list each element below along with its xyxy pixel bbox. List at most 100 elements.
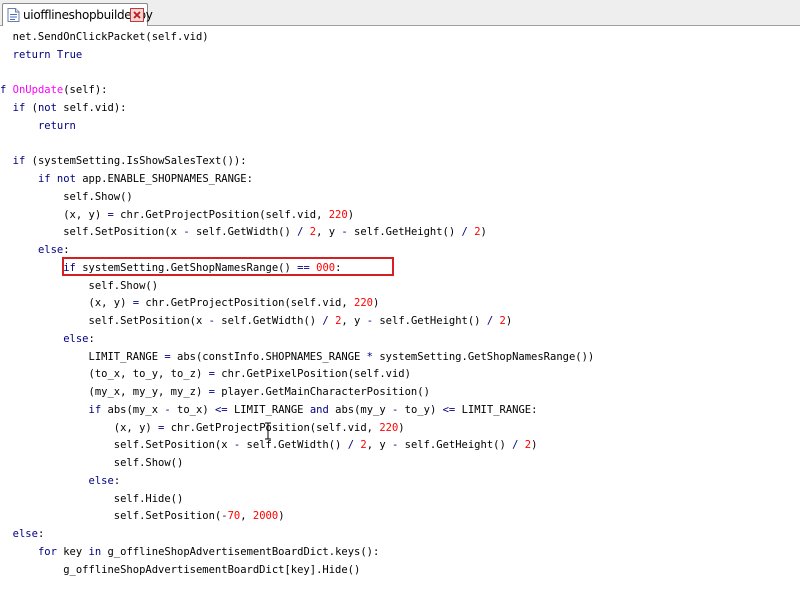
- code-token: in: [88, 545, 102, 558]
- code-token: True: [56, 48, 83, 61]
- code-token: if: [12, 155, 26, 168]
- code-line: for key in g_offlineShopAdvertisementBoa…: [0, 544, 594, 562]
- code-token: chr.GetProjectPosition(self.vid,: [113, 208, 329, 221]
- code-token: self.Show(): [0, 279, 159, 292]
- code-line: if not app.ENABLE_SHOPNAMES_RANGE:: [0, 171, 594, 189]
- code-line: net.SendOnClickPacket(self.vid): [0, 29, 594, 47]
- code-token: if: [12, 102, 26, 114]
- code-token: to_y): [398, 403, 443, 416]
- code-line: (x, y) = chr.GetProjectPosition(self.vid…: [0, 420, 594, 438]
- code-line: self.Show(): [0, 455, 594, 473]
- code-token: (my_x, my_y, my_z): [0, 386, 209, 398]
- code-line: LIMIT_RANGE = abs(constInfo.SHOPNAMES_RA…: [0, 349, 595, 367]
- code-token: :: [63, 244, 70, 256]
- code-line: (my_x, my_y, my_z) = player.GetMainChara…: [0, 384, 594, 402]
- code-line: f OnUpdate(self):: [0, 82, 594, 100]
- code-token: self.GetHeight(): [347, 226, 462, 239]
- code-token: ): [373, 297, 380, 310]
- code-line: if (systemSetting.IsShowSalesText()):: [0, 153, 594, 171]
- code-token: app.ENABLE_SHOPNAMES_RANGE:: [75, 173, 253, 185]
- code-token: LIMIT_RANGE: [0, 350, 165, 363]
- code-token: not: [56, 173, 76, 185]
- code-token: ): [480, 226, 487, 239]
- code-editor[interactable]: net.SendOnClickPacket(self.vid) return T…: [0, 26, 800, 600]
- code-token: else: [88, 474, 114, 487]
- code-token: , y: [366, 439, 392, 452]
- code-token: to_x): [170, 403, 215, 416]
- code-token: else: [63, 332, 89, 345]
- code-line: self.SetPosition(-70, 2000): [0, 508, 594, 526]
- highlight-box: [62, 257, 394, 276]
- code-token: g_offlineShopAdvertisementBoardDict.keys…: [101, 545, 380, 558]
- code-token: self.GetWidth(): [189, 226, 298, 239]
- code-token: self.GetWidth(): [214, 315, 323, 327]
- code-token: self.SetPosition(: [0, 510, 222, 523]
- code-line: else:: [0, 331, 594, 349]
- code-token: ): [531, 439, 538, 452]
- code-token: return: [12, 48, 51, 61]
- code-line: if abs(my_x - to_x) <= LIMIT_RANGE and a…: [0, 402, 594, 420]
- code-token: self.Hide(): [0, 492, 184, 505]
- code-line: self.Hide(): [0, 491, 594, 509]
- code-token: ): [398, 421, 405, 434]
- code-line: else:: [0, 473, 594, 491]
- code-line: (x, y) = chr.GetProjectPosition(self.vid…: [0, 295, 594, 313]
- code-token: return: [37, 119, 76, 132]
- tab-bar: uiofflineshopbuilder.py: [0, 0, 800, 26]
- code-line: else:: [0, 526, 594, 544]
- code-token: (x, y): [0, 421, 159, 434]
- code-token: abs(my_y: [328, 403, 393, 416]
- code-token: LIMIT_RANGE: [227, 403, 310, 416]
- code-token: , y: [341, 315, 367, 327]
- code-line: g_offlineShopAdvertisementBoardDict[key]…: [0, 562, 594, 580]
- code-token: 220: [328, 208, 348, 221]
- code-line: self.Show(): [0, 189, 594, 207]
- code-line: self.SetPosition(x - self.GetWidth() / 2…: [0, 437, 594, 455]
- code-token: (x, y): [0, 297, 133, 310]
- code-token: else: [37, 244, 64, 256]
- code-token: self.Show(): [0, 190, 133, 203]
- code-token: systemSetting.GetShopNamesRange()): [373, 350, 595, 363]
- code-token: ): [505, 315, 513, 327]
- python-file-icon: [7, 8, 20, 22]
- code-token: self.GetHeight(): [373, 315, 487, 327]
- code-token: and: [309, 403, 329, 416]
- close-icon[interactable]: [130, 8, 144, 22]
- code-token: chr.GetProjectPosition(self.vid,: [139, 297, 355, 310]
- code-token: (self):: [63, 84, 108, 97]
- code-token: 70: [227, 510, 241, 523]
- code-token: ,: [240, 510, 253, 523]
- code-token: else: [12, 528, 38, 540]
- code-token: abs(my_x: [101, 403, 165, 416]
- code-token: self.GetHeight(): [398, 439, 513, 452]
- code-token: for: [37, 545, 57, 558]
- code-token: LIMIT_RANGE:: [455, 403, 538, 416]
- code-token: (x, y): [0, 208, 108, 221]
- code-token: g_offlineShopAdvertisementBoardDict[key]…: [0, 563, 361, 576]
- code-area[interactable]: net.SendOnClickPacket(self.vid) return T…: [0, 29, 594, 579]
- code-token: 220: [354, 297, 373, 310]
- code-token: self.SetPosition(x: [0, 315, 209, 327]
- tab-uiofflineshopbuilder[interactable]: uiofflineshopbuilder.py: [2, 3, 153, 26]
- code-token: (: [25, 102, 38, 114]
- code-token: if: [88, 403, 102, 416]
- code-token: :: [88, 332, 95, 345]
- code-token: not: [37, 102, 57, 114]
- code-token: self.vid):: [56, 102, 127, 114]
- code-token: <=: [442, 403, 456, 416]
- code-token: 220: [379, 421, 399, 434]
- code-token: self.Show(): [0, 457, 184, 469]
- code-token: player.GetMainCharacterPosition(): [214, 386, 430, 398]
- code-token: (systemSetting.IsShowSalesText()):: [25, 155, 247, 168]
